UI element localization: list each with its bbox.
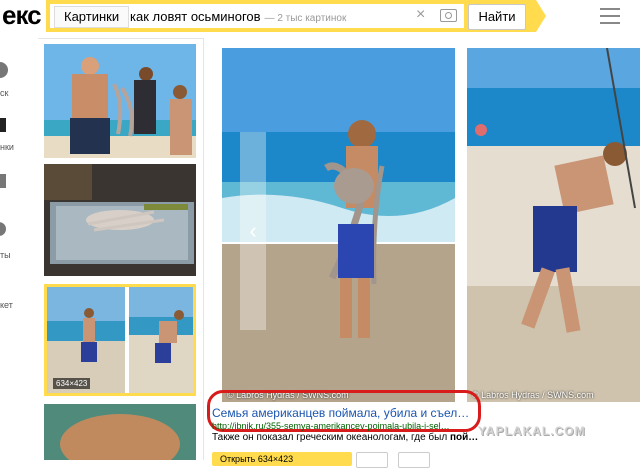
clear-icon[interactable]: × <box>416 7 425 23</box>
search-nav-icon <box>0 62 8 78</box>
settings-icon[interactable] <box>600 8 620 26</box>
image-viewer: ‹ © Labros Hydras / SWNS.com © Labros Hy… <box>204 38 640 468</box>
thumbnail-list: 634×423 <box>44 44 196 460</box>
search-box-arrow <box>536 0 546 32</box>
camera-icon[interactable] <box>440 9 457 22</box>
image-source-title[interactable]: Семья американцев поймала, убила и съел… <box>212 406 469 420</box>
site-watermark: YAPLAKAL.COM <box>478 424 586 438</box>
next-image-picture <box>467 48 640 402</box>
image-description: Также он показал греческим океанологам, … <box>212 432 478 443</box>
result-count: — 2 тыс картинок <box>264 13 347 24</box>
description-text: Также он показал греческим океанологам, … <box>212 432 450 443</box>
collection-button[interactable] <box>356 452 388 468</box>
map-pin-icon <box>0 222 6 236</box>
yandex-logo[interactable]: екс <box>2 0 42 31</box>
thumbnail-2-image <box>44 164 196 276</box>
thumbnail-4-image <box>44 404 196 460</box>
search-box: Картинки как ловят осьминогов — 2 тыс кар… <box>46 0 546 32</box>
open-image-button[interactable]: Открыть 634×423 <box>212 452 352 466</box>
nav-label: ты <box>0 250 11 260</box>
nav-label: нки <box>0 142 14 152</box>
find-button[interactable]: Найти <box>468 4 526 30</box>
image-size-badge: 634×423 <box>53 378 91 389</box>
search-input[interactable]: Картинки как ловят осьминогов — 2 тыс кар… <box>50 4 464 28</box>
share-button[interactable] <box>398 452 430 468</box>
description-highlight: пой… <box>449 432 479 443</box>
search-query[interactable]: как ловят осьминогов — 2 тыс картинок <box>130 9 346 24</box>
main-image[interactable]: ‹ © Labros Hydras / SWNS.com <box>222 48 455 402</box>
thumbnail-4[interactable] <box>44 404 196 460</box>
left-nav: ск нки ты кет <box>0 38 38 460</box>
video-nav-icon <box>0 174 6 188</box>
top-bar: екс Картинки как ловят осьминогов — 2 тыс… <box>0 0 640 39</box>
image-source-url[interactable]: http://ibnik.ru/355-semya-amerikancev-po… <box>212 421 470 431</box>
next-image-credit: © Labros Hydras / SWNS.com <box>472 390 594 400</box>
query-text: как ловят осьминогов <box>130 9 261 24</box>
images-tag[interactable]: Картинки <box>54 6 130 28</box>
next-image-preview[interactable]: © Labros Hydras / SWNS.com <box>467 48 640 402</box>
thumbnail-1[interactable] <box>44 44 196 158</box>
thumbnail-2[interactable] <box>44 164 196 276</box>
image-nav-icon <box>0 118 6 132</box>
thumbnail-1-image <box>44 44 196 158</box>
previous-image-button[interactable]: ‹ <box>240 132 266 330</box>
thumbnail-3-selected[interactable]: 634×423 <box>44 284 196 396</box>
nav-label: ск <box>0 88 9 98</box>
nav-label: кет <box>0 300 13 310</box>
